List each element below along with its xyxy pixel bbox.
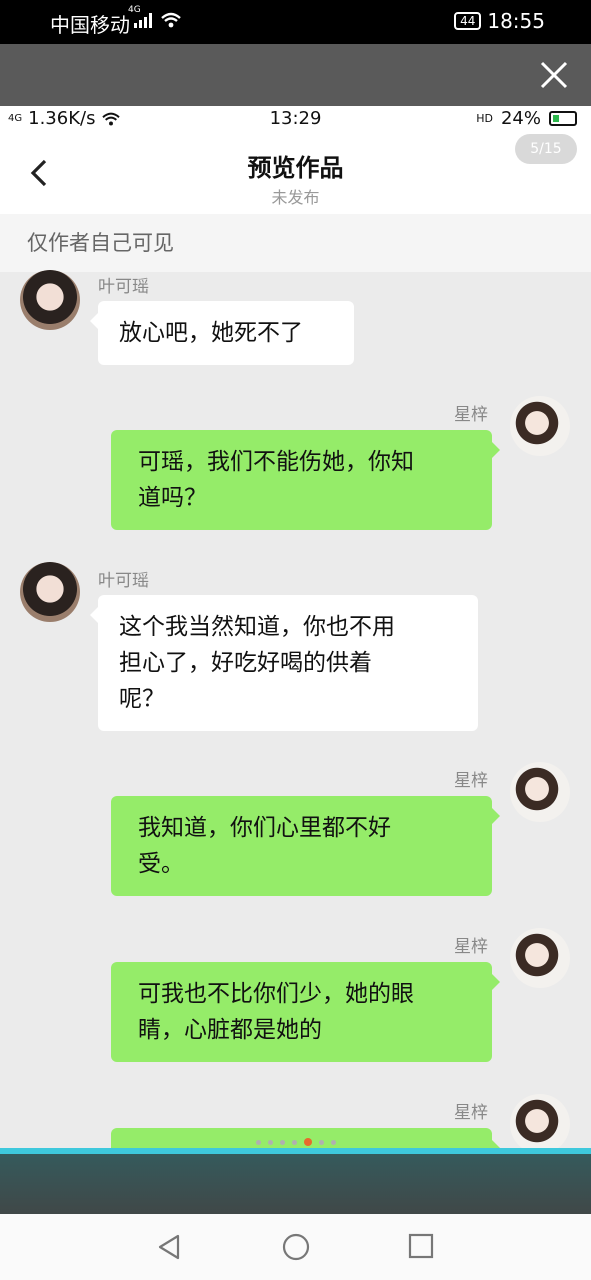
pager-dot[interactable] — [267, 1139, 273, 1145]
preview-screenshot: 4G 1.36K/s 13:29 HD 24% 预览作品 未发布 5/15 仅作… — [0, 106, 591, 1148]
avatar[interactable] — [20, 562, 80, 622]
recents-square-icon[interactable] — [408, 1233, 434, 1259]
page-title: 预览作品 — [247, 154, 344, 182]
page-header: 预览作品 未发布 5/15 — [0, 134, 591, 214]
hd-call-icon: HD — [476, 112, 493, 125]
sender-name: 星梓 — [454, 405, 488, 425]
avatar[interactable] — [510, 762, 570, 822]
message-bubble[interactable]: 可瑶，我们不能伤她，你知 道吗？ — [111, 430, 500, 530]
system-nav-bar — [0, 1214, 591, 1280]
avatar[interactable] — [20, 270, 80, 330]
page-indicator: 5/15 — [515, 134, 577, 164]
outer-status-right: 44 18:55 — [454, 9, 545, 33]
sender-name: 叶可瑶 — [98, 571, 149, 591]
pager-dot[interactable] — [255, 1139, 261, 1145]
viewer-bottom-bar — [0, 1154, 591, 1214]
message-bubble[interactable]: 我知道，你们心里都不好 受。 — [111, 796, 500, 896]
message-line: 可瑶，我们不能伤她，你知 — [138, 449, 414, 475]
pager-dot[interactable] — [330, 1139, 336, 1145]
page-subtitle: 未发布 — [271, 188, 320, 207]
message-line: 受。 — [138, 851, 184, 877]
inner-status-bar: 4G 1.36K/s 13:29 HD 24% — [0, 106, 591, 134]
carrier-name: 中国移动 — [50, 13, 130, 37]
pager-dot[interactable] — [318, 1139, 324, 1145]
avatar[interactable] — [510, 396, 570, 456]
pager-dots — [0, 1138, 591, 1146]
message-line: 睛，心脏都是她的 — [138, 1017, 322, 1043]
battery-icon: 44 — [454, 12, 482, 30]
visibility-notice: 仅作者自己可见 — [0, 214, 591, 272]
message-line: 呢？ — [119, 686, 165, 712]
chat-area: 叶可瑶 放心吧，她死不了 星梓 可瑶，我们不能伤她，你知 道吗？ 叶可瑶 这个我… — [0, 270, 591, 1148]
message-line: 放心吧，她死不了 — [119, 320, 303, 346]
pager-dot[interactable] — [291, 1139, 297, 1145]
message-line: 这个我当然知道，你也不用 — [119, 614, 395, 640]
message-line: 担心了，好吃好喝的供着 — [119, 650, 372, 676]
message-bubble[interactable]: 可我也不比你们少，她的眼 睛，心脏都是她的 — [111, 962, 500, 1062]
inner-battery-percent: 24% — [500, 108, 541, 129]
outer-time: 18:55 — [487, 9, 545, 33]
pager-dot-active[interactable] — [303, 1138, 312, 1146]
message-line: 可我也不比你们少，她的眼 — [138, 981, 414, 1007]
inner-status-right: HD 24% — [476, 108, 577, 129]
message-line: 道吗？ — [138, 485, 207, 511]
viewer-top-bar — [0, 44, 591, 106]
sender-name: 叶可瑶 — [98, 277, 149, 297]
close-icon[interactable] — [537, 58, 571, 92]
message-line: 我知道，你们心里都不好 — [138, 815, 391, 841]
sender-name: 星梓 — [454, 1103, 488, 1123]
message-bubble[interactable]: 这个我当然知道，你也不用 担心了，好吃好喝的供着 呢？ — [90, 595, 478, 731]
pager-dot[interactable] — [279, 1139, 285, 1145]
sender-name: 星梓 — [454, 937, 488, 957]
back-triangle-icon[interactable] — [156, 1233, 182, 1261]
avatar[interactable] — [510, 928, 570, 988]
outer-status-bar: 中国移动 4G 44 18:55 — [0, 0, 591, 44]
signal-icon — [134, 12, 152, 28]
wifi-icon — [161, 12, 181, 28]
battery-icon — [549, 111, 577, 126]
home-circle-icon[interactable] — [282, 1233, 310, 1261]
message-bubble[interactable]: 放心吧，她死不了 — [90, 301, 354, 365]
sender-name: 星梓 — [454, 771, 488, 791]
